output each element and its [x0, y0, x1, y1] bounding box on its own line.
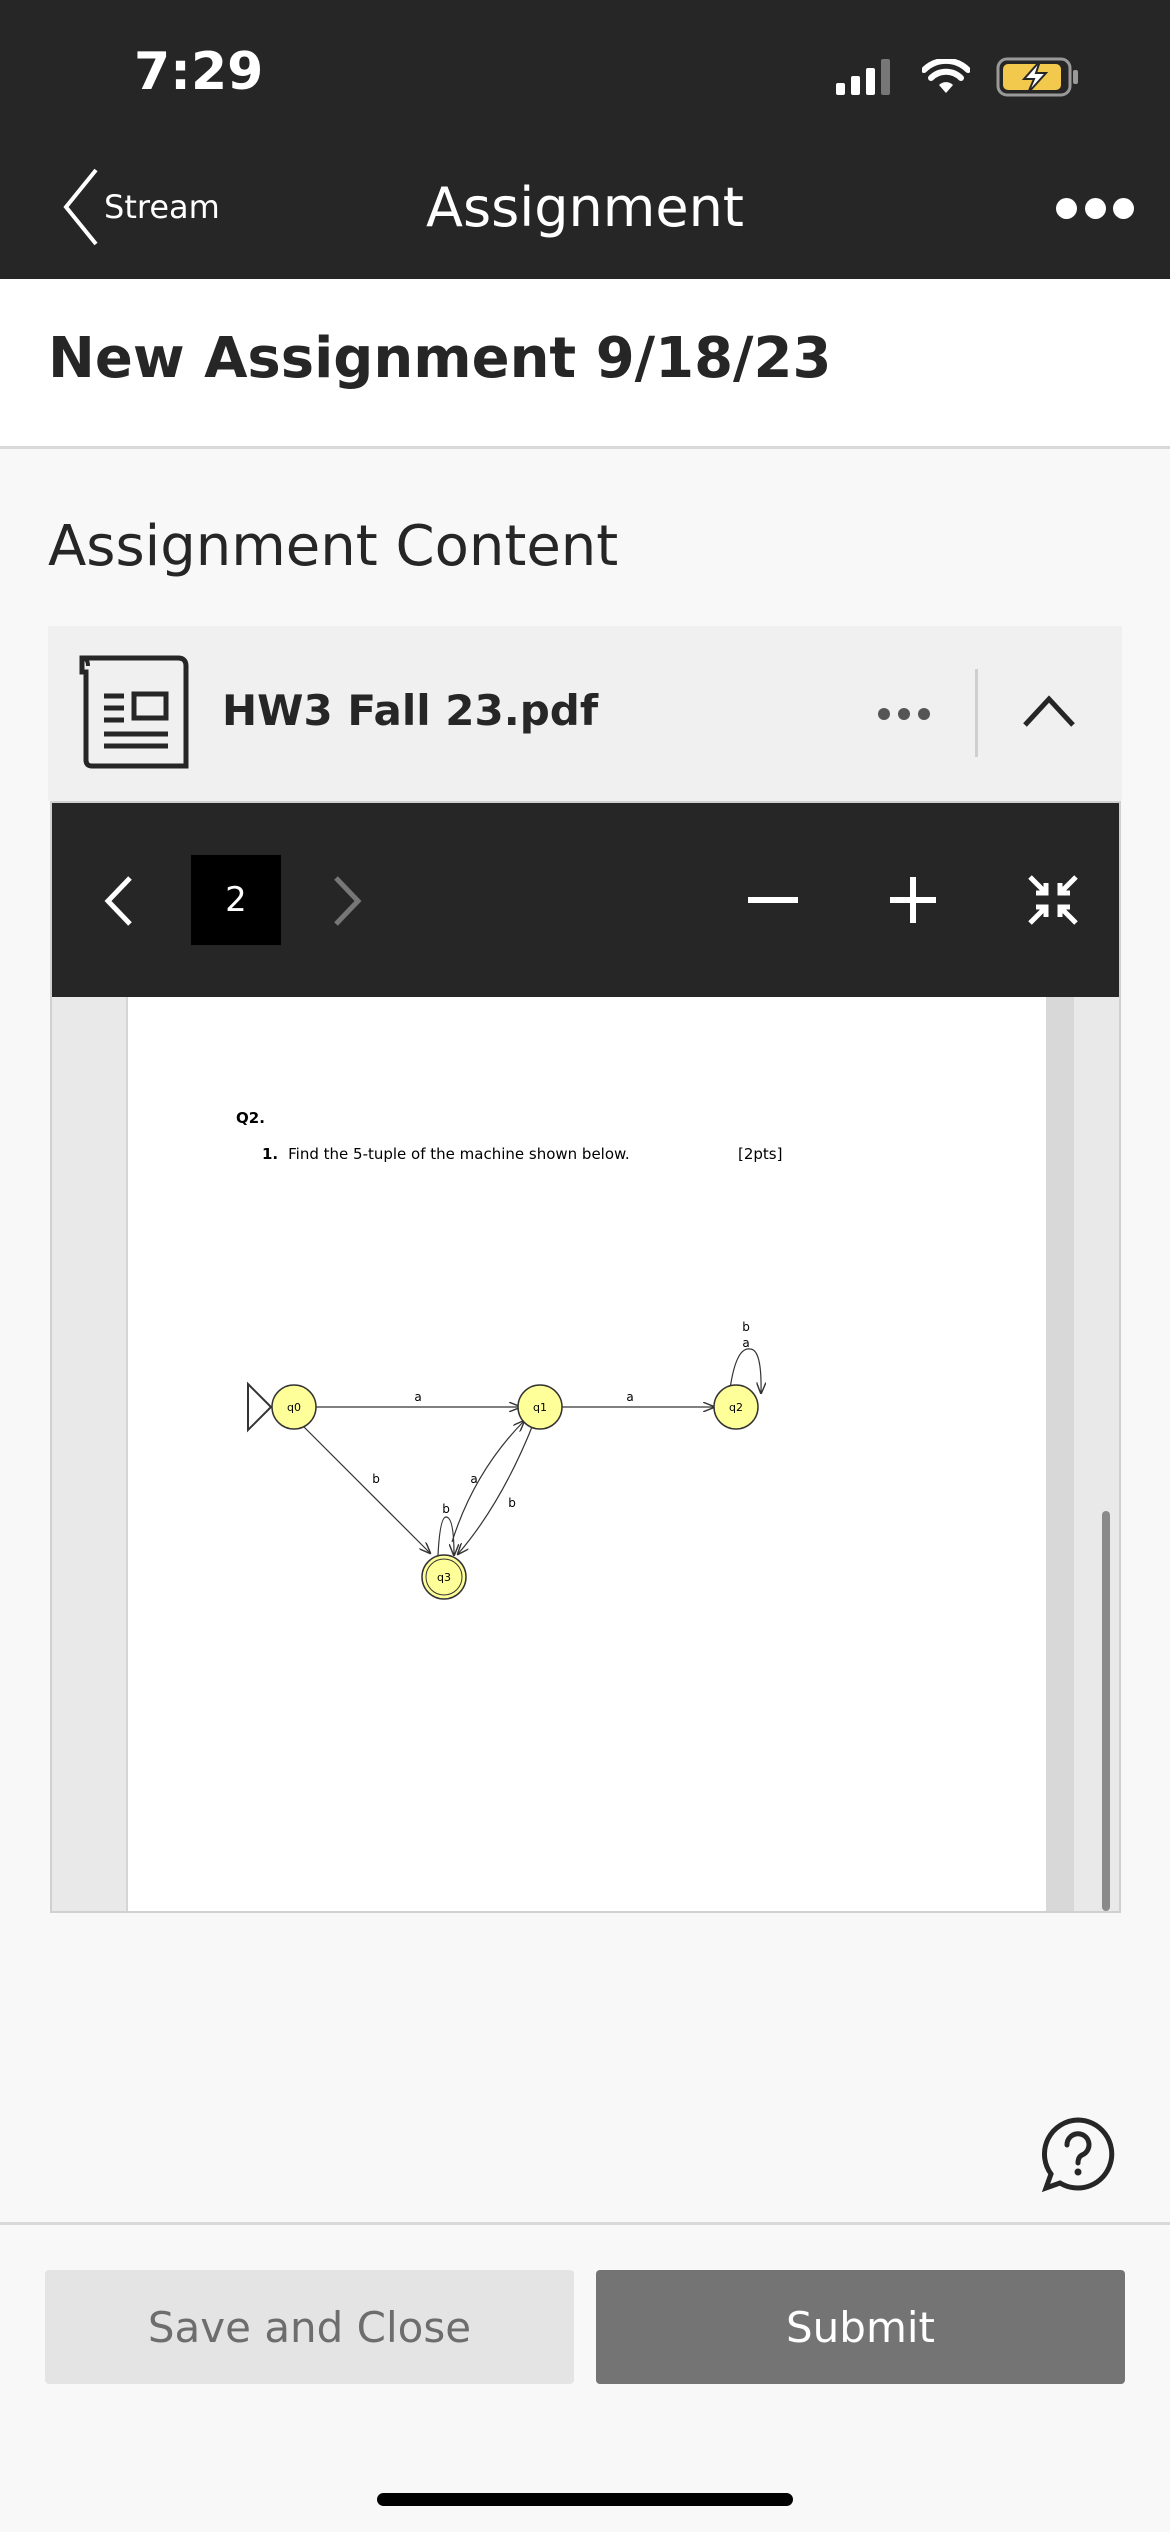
- loop-q3: [437, 1516, 454, 1555]
- signal-icon: [836, 59, 890, 95]
- pdf-page: Q2. 1. Find the 5-tuple of the machine sh…: [126, 997, 1048, 1911]
- prev-page-icon[interactable]: [102, 875, 136, 927]
- status-time: 7:29: [134, 42, 264, 102]
- home-indicator[interactable]: [377, 2493, 793, 2506]
- label-q2: q2: [729, 1401, 743, 1414]
- edge-label-q2-loop-top: b: [742, 1320, 750, 1334]
- edge-label-q0-q1: a: [414, 1390, 421, 1404]
- viewer-scrollbar[interactable]: [1102, 1511, 1110, 1911]
- file-name[interactable]: HW3 Fall 23.pdf: [222, 686, 598, 735]
- status-icons: [836, 52, 1080, 102]
- start-arrow: [247, 1381, 273, 1433]
- chevron-up-icon[interactable]: [1022, 694, 1076, 728]
- file-separator: [975, 669, 978, 757]
- state-diagram: q0 q1 q2 q3 a a b a b a b b: [247, 1320, 1048, 1600]
- page-shadow: [1046, 997, 1074, 1911]
- next-page-icon[interactable]: [330, 875, 364, 927]
- edge-q0-q3: [295, 1418, 430, 1553]
- edge-q3-q1: [451, 1421, 524, 1543]
- more-dots-icon[interactable]: [1056, 196, 1134, 220]
- edge-label-q1-q2: a: [626, 1390, 633, 1404]
- save-and-close-button[interactable]: Save and Close: [45, 2270, 574, 2384]
- content-heading: Assignment Content: [48, 514, 619, 579]
- nav-title: Assignment: [426, 176, 744, 239]
- help-icon[interactable]: [1040, 2116, 1116, 2192]
- label-q0: q0: [287, 1401, 301, 1414]
- collapse-icon[interactable]: [1028, 875, 1078, 925]
- battery-charging-icon: [996, 57, 1078, 97]
- label-q1: q1: [533, 1401, 547, 1414]
- edge-label-q3-loop: b: [442, 1502, 450, 1516]
- file-more-icon[interactable]: [878, 708, 930, 722]
- assignment-title: New Assignment 9/18/23: [48, 326, 832, 391]
- label-q3: q3: [437, 1571, 451, 1584]
- pdf-viewer: 2 Q2. 1. Find the 5-tuple of the machine …: [50, 801, 1121, 1913]
- edge-q1-q3: [458, 1421, 535, 1554]
- zoom-out-icon[interactable]: [748, 897, 798, 905]
- edge-label-q3-q1: a: [470, 1472, 477, 1486]
- document-icon: [79, 655, 189, 769]
- edge-label-q0-q3: b: [372, 1472, 380, 1486]
- page-number-input[interactable]: 2: [191, 855, 281, 945]
- zoom-in-icon[interactable]: [890, 877, 936, 923]
- submit-button[interactable]: Submit: [596, 2270, 1125, 2384]
- edge-label-q2-loop-bottom: a: [742, 1336, 749, 1350]
- edge-label-q1-q3: b: [508, 1496, 516, 1510]
- wifi-icon: [922, 59, 970, 93]
